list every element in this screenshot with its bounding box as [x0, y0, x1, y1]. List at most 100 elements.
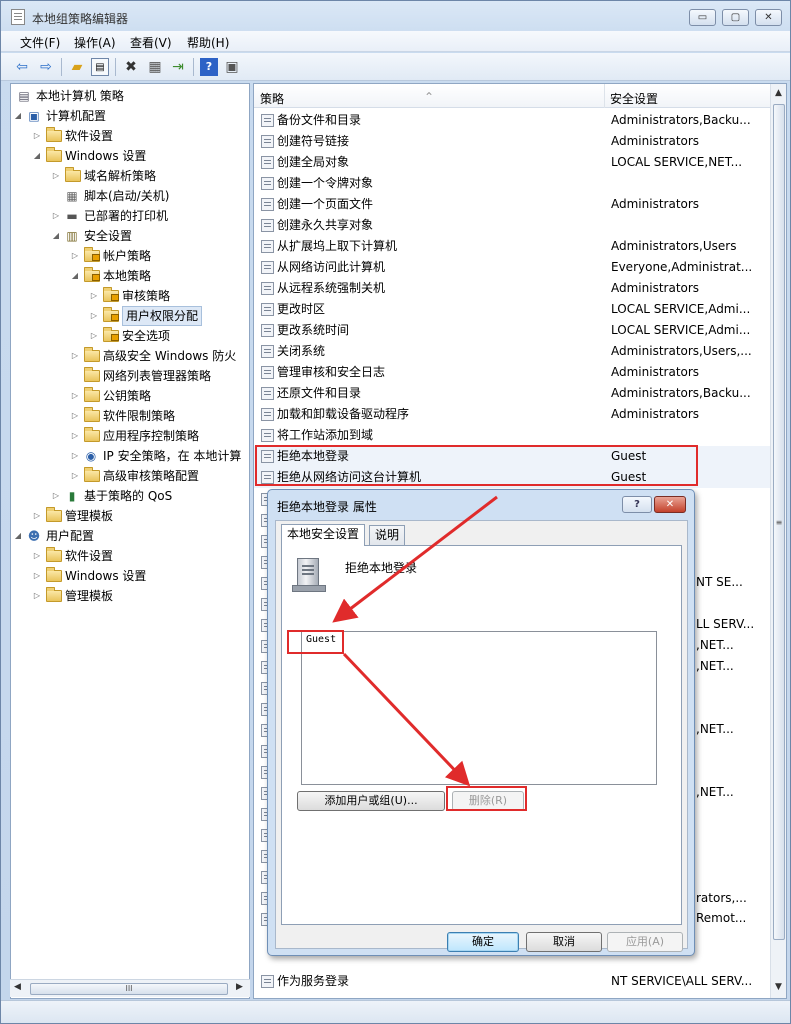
policy-row[interactable]: 创建符号链接 Administrators — [254, 131, 770, 152]
tree-collapse-icon[interactable]: ◢ — [13, 106, 23, 126]
tree-item[interactable]: ▦ 脚本(启动/关机) — [11, 186, 249, 206]
scroll-right-arrow-icon[interactable]: ▶ — [236, 982, 243, 992]
title-bar[interactable]: 本地组策略编辑器 ▭ ▢ ✕ — [1, 1, 790, 31]
tree-item[interactable]: ▷ 软件设置 — [11, 546, 249, 566]
tree-item[interactable]: ◢ 本地策略 — [11, 266, 249, 286]
menu-help[interactable]: 帮助(H) — [187, 34, 229, 51]
policy-row[interactable]: 创建一个页面文件 Administrators — [254, 194, 770, 215]
tree-item[interactable]: ▷ ◉ IP 安全策略，在 本地计算 — [11, 446, 249, 466]
help-icon[interactable]: ? — [200, 58, 218, 76]
dialog-help-button[interactable]: ? — [622, 496, 652, 513]
policy-row[interactable]: 更改系统时间 LOCAL SERVICE,Admi... — [254, 320, 770, 341]
tree-item[interactable]: ▷ 管理模板 — [11, 586, 249, 606]
column-security-setting[interactable]: 安全设置 — [610, 90, 658, 107]
dialog-close-button[interactable]: ✕ — [654, 496, 686, 513]
policy-row[interactable]: 更改时区 LOCAL SERVICE,Admi... — [254, 299, 770, 320]
tree-expand-icon[interactable]: ▷ — [89, 326, 99, 346]
policy-row[interactable]: 加载和卸载设备驱动程序 Administrators — [254, 404, 770, 425]
tree-item[interactable]: ▷ 安全选项 — [11, 326, 249, 346]
tree-item[interactable]: ▷ 审核策略 — [11, 286, 249, 306]
tree-expand-icon[interactable]: ▷ — [32, 566, 42, 586]
tree-item[interactable]: ▷ 软件限制策略 — [11, 406, 249, 426]
policy-row[interactable]: 创建永久共享对象 — [254, 215, 770, 236]
up-folder-icon[interactable]: ▰ — [68, 58, 86, 76]
tree-item[interactable]: 网络列表管理器策略 — [11, 366, 249, 386]
policy-row[interactable]: 从扩展坞上取下计算机 Administrators,Users — [254, 236, 770, 257]
tree-item[interactable]: ▷ 软件设置 — [11, 126, 249, 146]
policy-row[interactable]: 将工作站添加到域 — [254, 425, 770, 446]
apply-button[interactable]: 应用(A) — [607, 932, 683, 952]
policy-row[interactable]: 作为服务登录 NT SERVICE\ALL SERV... — [254, 971, 770, 992]
tree-expand-icon[interactable]: ▷ — [32, 586, 42, 606]
tree-item[interactable]: ▷ 域名解析策略 — [11, 166, 249, 186]
column-divider[interactable] — [604, 84, 605, 108]
forward-arrow-icon[interactable]: ⇨ — [37, 58, 55, 76]
navigation-tree[interactable]: ▤ 本地计算机 策略 ◢ ▣ 计算机配置 ▷ 软件设置 ◢ Windows 设置 ▷ 域名解析策略 ▦… — [10, 83, 250, 999]
policy-row[interactable]: 创建全局对象 LOCAL SERVICE,NET... — [254, 152, 770, 173]
tree-item[interactable]: ◢ Windows 设置 — [11, 146, 249, 166]
policy-row[interactable]: 还原文件和目录 Administrators,Backu... — [254, 383, 770, 404]
list-scroll-thumb[interactable]: ≡ — [773, 104, 785, 940]
maximize-button[interactable]: ▢ — [722, 9, 749, 26]
tree-expand-icon[interactable]: ▷ — [32, 546, 42, 566]
policy-row[interactable]: 管理审核和安全日志 Administrators — [254, 362, 770, 383]
tree-horizontal-scrollbar[interactable]: ◀ III ▶ — [10, 979, 250, 997]
menu-action[interactable]: 操作(A) — [74, 34, 116, 51]
tree-scroll-thumb[interactable]: III — [30, 983, 228, 995]
tree-expand-icon[interactable]: ▷ — [70, 446, 80, 466]
tree-collapse-icon[interactable]: ◢ — [32, 146, 42, 166]
tree-item[interactable]: ▷ 高级安全 Windows 防火 — [11, 346, 249, 366]
tree-expand-icon[interactable]: ▷ — [51, 486, 61, 506]
policy-row[interactable]: 从远程系统强制关机 Administrators — [254, 278, 770, 299]
tree-item[interactable]: ◢ ▥ 安全设置 — [11, 226, 249, 246]
tree-expand-icon[interactable]: ▷ — [32, 506, 42, 526]
cancel-button[interactable]: 取消 — [526, 932, 602, 952]
view-icon[interactable]: ▣ — [223, 58, 241, 76]
scroll-up-arrow-icon[interactable]: ▲ — [775, 88, 782, 98]
scroll-left-arrow-icon[interactable]: ◀ — [14, 982, 21, 992]
add-user-or-group-button[interactable]: 添加用户或组(U)... — [297, 791, 445, 811]
back-arrow-icon[interactable]: ⇦ — [13, 58, 31, 76]
menu-view[interactable]: 查看(V) — [130, 34, 172, 51]
tree-expand-icon[interactable]: ▷ — [70, 426, 80, 446]
policy-row[interactable]: 创建一个令牌对象 — [254, 173, 770, 194]
tree-expand-icon[interactable]: ▷ — [32, 126, 42, 146]
ok-button[interactable]: 确定 — [447, 932, 519, 952]
export-list-icon[interactable]: ⇥ — [169, 58, 187, 76]
scroll-down-arrow-icon[interactable]: ▼ — [775, 982, 782, 992]
tree-item[interactable]: ▷ ▬ 已部署的打印机 — [11, 206, 249, 226]
tree-collapse-icon[interactable]: ◢ — [13, 526, 23, 546]
close-button[interactable]: ✕ — [755, 9, 782, 26]
tree-item[interactable]: ▷ 帐户策略 — [11, 246, 249, 266]
user-group-list[interactable]: Guest — [301, 631, 657, 785]
tree-expand-icon[interactable]: ▷ — [70, 386, 80, 406]
tab-local-security-setting[interactable]: 本地安全设置 — [281, 524, 366, 546]
menu-file[interactable]: 文件(F) — [20, 34, 60, 51]
tree-item[interactable]: ▷ ▮ 基于策略的 QoS — [11, 486, 249, 506]
tree-expand-icon[interactable]: ▷ — [89, 306, 99, 326]
column-policy[interactable]: 策略 — [260, 90, 284, 107]
tree-expand-icon[interactable]: ▷ — [70, 466, 80, 486]
minimize-button[interactable]: ▭ — [689, 9, 716, 26]
tree-item[interactable]: ▷ 高级审核策略配置 — [11, 466, 249, 486]
tree-item[interactable]: ◢ ▣ 计算机配置 — [11, 106, 249, 126]
tree-expand-icon[interactable]: ▷ — [70, 246, 80, 266]
tree-item[interactable]: ▤ 本地计算机 策略 — [11, 86, 249, 106]
policy-row[interactable]: 备份文件和目录 Administrators,Backu... — [254, 110, 770, 131]
tree-expand-icon[interactable]: ▷ — [89, 286, 99, 306]
tree-collapse-icon[interactable]: ◢ — [51, 226, 61, 246]
tree-expand-icon[interactable]: ▷ — [51, 206, 61, 226]
tree-expand-icon[interactable]: ▷ — [70, 406, 80, 426]
tree-item[interactable]: ▷ 管理模板 — [11, 506, 249, 526]
tree-item[interactable]: ▷ Windows 设置 — [11, 566, 249, 586]
policy-row[interactable]: 关闭系统 Administrators,Users,... — [254, 341, 770, 362]
tab-explain[interactable]: 说明 — [369, 525, 406, 545]
delete-icon[interactable]: ✖ — [122, 58, 140, 76]
tree-expand-icon[interactable]: ▷ — [51, 166, 61, 186]
tree-expand-icon[interactable]: ▷ — [70, 346, 80, 366]
properties-icon[interactable]: ▦ — [146, 58, 164, 76]
policy-row[interactable]: 从网络访问此计算机 Everyone,Administrat... — [254, 257, 770, 278]
tree-item[interactable]: ◢ ☻ 用户配置 — [11, 526, 249, 546]
tree-item[interactable]: ▷ 应用程序控制策略 — [11, 426, 249, 446]
tree-item[interactable]: ▷ 公钥策略 — [11, 386, 249, 406]
